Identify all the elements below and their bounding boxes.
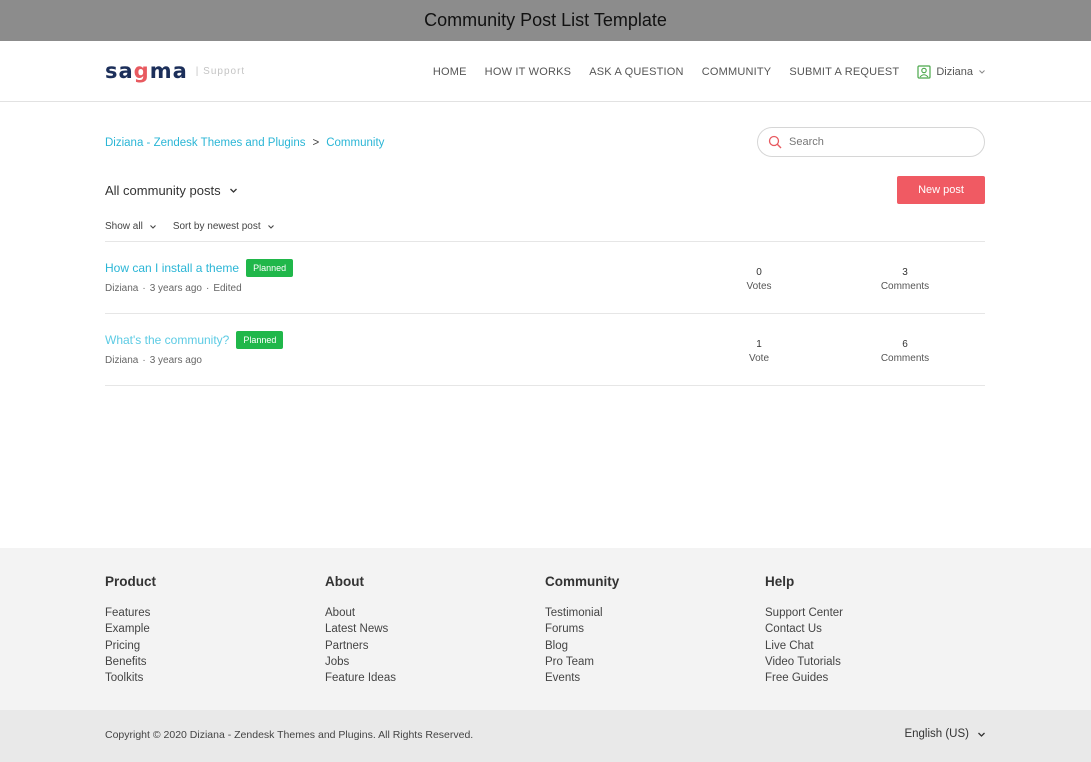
meta-separator: · [205, 283, 210, 294]
footer-column-community: Community Testimonial Forums Blog Pro Te… [545, 574, 745, 686]
user-name: Diziana [936, 65, 973, 78]
breadcrumb-separator: > [312, 137, 320, 149]
meta-separator: · [142, 355, 146, 366]
user-avatar-icon [917, 64, 931, 79]
footer-link[interactable]: Free Guides [765, 670, 965, 686]
site-header: sagma | Support HOME HOW IT WORKS ASK A … [0, 41, 1091, 102]
nav-how-it-works[interactable]: HOW IT WORKS [485, 66, 572, 78]
footer-link[interactable]: Pricing [105, 638, 305, 654]
post-row: How can I install a theme Planned Dizian… [105, 242, 985, 314]
footer-link[interactable]: Pro Team [545, 654, 745, 670]
footer-link[interactable]: Partners [325, 638, 525, 654]
footer-link[interactable]: Forums [545, 621, 745, 637]
logo-subtitle: | Support [195, 65, 246, 77]
sort-controls: Show all Sort by newest post [105, 221, 275, 232]
brand-logo[interactable]: sagma | Support [105, 59, 245, 83]
page-title: Community Post List Template [424, 10, 667, 30]
main-nav: HOME HOW IT WORKS ASK A QUESTION COMMUNI… [433, 41, 986, 102]
show-filter-dropdown[interactable]: Show all [105, 221, 157, 232]
comments-label: Comments [880, 281, 930, 292]
nav-submit-a-request[interactable]: SUBMIT A REQUEST [789, 66, 899, 78]
post-title-row: What's the community? Planned [105, 331, 284, 349]
footer-link[interactable]: Feature Ideas [325, 670, 525, 686]
meta-separator: · [142, 283, 146, 294]
page-title-bar: Community Post List Template [0, 0, 1091, 41]
sort-order-label: Sort by newest post [172, 221, 261, 232]
user-menu[interactable]: Diziana [917, 64, 986, 79]
footer-link[interactable]: Latest News [325, 621, 525, 637]
footer-link[interactable]: Benefits [105, 654, 305, 670]
footer-link[interactable]: Testimonial [545, 605, 745, 621]
post-comments: 3 Comments [865, 266, 945, 294]
post-author: Diziana [105, 355, 139, 366]
post-title-link[interactable]: How can I install a theme [105, 261, 239, 275]
footer-link[interactable]: Jobs [325, 654, 525, 670]
search-input[interactable] [789, 136, 969, 148]
chevron-down-icon [267, 224, 274, 229]
footer-heading: Help [765, 574, 795, 589]
footer-link[interactable]: Live Chat [765, 638, 965, 654]
footer-link[interactable]: Video Tutorials [765, 654, 965, 670]
sort-order-dropdown[interactable]: Sort by newest post [173, 221, 275, 232]
footer-heading: Community [545, 574, 620, 589]
comments-label: Comments [880, 353, 930, 364]
chevron-down-icon [229, 188, 237, 193]
post-filter-dropdown[interactable]: All community posts [105, 183, 238, 198]
post-meta: Diziana · 3 years ago [105, 355, 202, 366]
post-author: Diziana [105, 283, 139, 294]
language-label: English (US) [904, 728, 969, 740]
breadcrumb-item-community[interactable]: Community [326, 137, 384, 149]
footer-column-help: Help Support Center Contact Us Live Chat… [765, 574, 965, 686]
post-time: 3 years ago [149, 283, 202, 294]
logo-text: sagma [105, 59, 188, 83]
footer-link[interactable]: Toolkits [105, 670, 305, 686]
post-time: 3 years ago [149, 355, 202, 366]
breadcrumb: Diziana - Zendesk Themes and Plugins > C… [105, 137, 384, 149]
copyright-text: Copyright © 2020 Diziana - Zendesk Theme… [105, 729, 474, 741]
footer-bottom-bar: Copyright © 2020 Diziana - Zendesk Theme… [0, 710, 1091, 762]
footer-link[interactable]: About [325, 605, 525, 621]
show-filter-label: Show all [105, 221, 143, 232]
post-meta: Diziana · 3 years ago · Edited [105, 283, 242, 294]
footer-link[interactable]: Contact Us [765, 621, 965, 637]
votes-label: Vote [748, 353, 770, 364]
post-filter-label: All community posts [105, 183, 221, 198]
footer-link[interactable]: Features [105, 605, 305, 621]
post-list: How can I install a theme Planned Dizian… [105, 241, 985, 386]
footer-link[interactable]: Example [105, 621, 305, 637]
search-box[interactable] [757, 127, 985, 157]
footer-link[interactable]: Events [545, 670, 745, 686]
comments-count: 6 [902, 339, 908, 350]
votes-count: 0 [756, 267, 762, 278]
post-title-link[interactable]: What's the community? [105, 333, 229, 347]
chevron-down-icon [978, 732, 985, 737]
site-footer: Product Features Example Pricing Benefit… [0, 548, 1091, 710]
votes-label: Votes [746, 281, 772, 292]
breadcrumb-item-home[interactable]: Diziana - Zendesk Themes and Plugins [105, 137, 306, 149]
footer-column-product: Product Features Example Pricing Benefit… [105, 574, 305, 686]
footer-heading: About [325, 574, 364, 589]
post-votes: 0 Votes [729, 266, 789, 294]
post-votes: 1 Vote [729, 338, 789, 366]
search-icon [768, 135, 782, 149]
footer-column-about: About About Latest News Partners Jobs Fe… [325, 574, 525, 686]
post-edited: Edited [213, 283, 242, 294]
nav-home[interactable]: HOME [433, 66, 467, 78]
post-title-row: How can I install a theme Planned [105, 259, 294, 277]
comments-count: 3 [902, 267, 908, 278]
nav-community[interactable]: COMMUNITY [702, 66, 772, 78]
status-badge: Planned [246, 259, 294, 277]
nav-ask-a-question[interactable]: ASK A QUESTION [589, 66, 684, 78]
post-row: What's the community? Planned Diziana · … [105, 314, 985, 386]
chevron-down-icon [979, 69, 985, 74]
footer-heading: Product [105, 574, 157, 589]
chevron-down-icon [149, 224, 156, 229]
new-post-button[interactable]: New post [897, 176, 985, 204]
footer-link[interactable]: Blog [545, 638, 745, 654]
language-selector[interactable]: English (US) [904, 728, 986, 740]
footer-link[interactable]: Support Center [765, 605, 965, 621]
votes-count: 1 [756, 339, 762, 350]
post-comments: 6 Comments [865, 338, 945, 366]
status-badge: Planned [236, 331, 284, 349]
